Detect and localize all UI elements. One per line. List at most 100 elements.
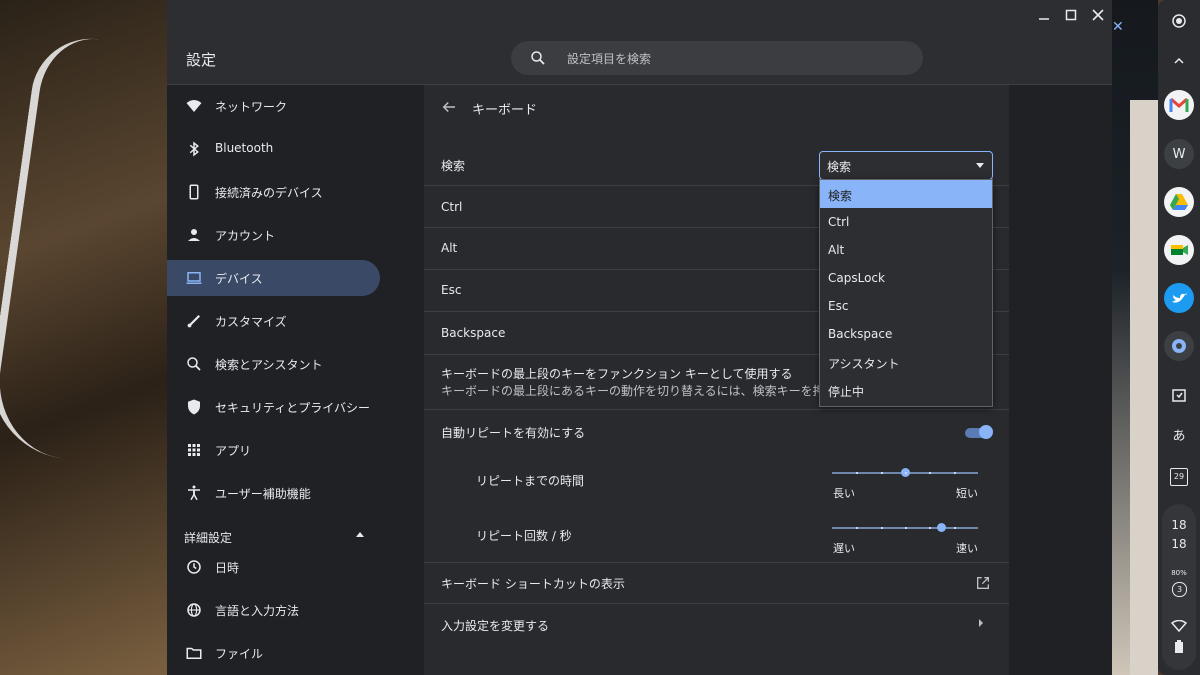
sidebar-item-label: セキュリティとプライバシー — [215, 401, 371, 415]
sidebar-item-label: 接続済みのデバイス — [215, 186, 323, 200]
clipboard-button[interactable] — [1164, 380, 1194, 410]
w-app-label: W — [1172, 146, 1186, 162]
wifi-icon — [1171, 620, 1187, 632]
sidebar-item-network[interactable]: ネットワーク — [167, 88, 380, 124]
maximize-icon — [1065, 9, 1077, 21]
clock-icon — [187, 560, 201, 574]
w-app[interactable]: W — [1164, 139, 1194, 169]
minimize-button[interactable] — [1033, 6, 1055, 24]
chevron-down-icon — [976, 163, 984, 168]
slider-tick — [881, 472, 883, 474]
google-meet-app[interactable] — [1164, 235, 1194, 265]
auto-repeat-section: 自動リピートを有効にする リピートまでの時間 リピート回数 / 秒 — [424, 409, 1009, 563]
sidebar-item-accounts[interactable]: アカウント — [167, 217, 380, 253]
wifi-icon — [186, 100, 202, 112]
sidebar-item-bluetooth[interactable]: Bluetooth — [167, 131, 380, 167]
slider-tick — [905, 527, 907, 529]
drive-icon — [1170, 194, 1188, 210]
sidebar-item-personalization[interactable]: カスタマイズ — [167, 303, 380, 339]
dropdown-option[interactable]: 検索 — [820, 180, 992, 208]
function-keys-description: キーボードの最上段にあるキーの動作を切り替えるには、検索キーを押した — [441, 384, 849, 398]
twitter-app[interactable] — [1164, 283, 1194, 313]
sidebar-item-label: ユーザー補助機能 — [215, 487, 311, 501]
settings-app[interactable] — [1164, 331, 1194, 361]
advanced-section-toggle[interactable]: 詳細設定 — [184, 527, 374, 547]
dropdown-option[interactable]: 停止中 — [820, 376, 992, 404]
option-label: Esc — [828, 299, 849, 313]
sidebar-item-label: ネットワーク — [215, 100, 288, 114]
sidebar-item-label: カスタマイズ — [215, 315, 287, 329]
dropdown-option[interactable]: Backspace — [820, 320, 992, 348]
dropdown-option[interactable]: Esc — [820, 292, 992, 320]
dropdown-option[interactable]: Ctrl — [820, 208, 992, 236]
notification-count: 3 — [1172, 582, 1187, 597]
dropdown-option[interactable]: Alt — [820, 236, 992, 264]
calendar-icon: 29 — [1170, 468, 1188, 486]
option-label: 検索 — [828, 189, 853, 203]
slider-tick — [856, 472, 858, 474]
search-icon — [531, 51, 545, 65]
sidebar-item-label: アカウント — [215, 229, 276, 243]
option-label: 停止中 — [828, 385, 865, 399]
search-key-select[interactable]: 検索 — [819, 151, 993, 180]
dropdown-option[interactable]: アシスタント — [820, 348, 992, 376]
row-label: Alt — [441, 241, 458, 255]
input-settings-row[interactable]: 入力設定を変更する — [424, 603, 1009, 645]
shield-icon — [188, 399, 200, 415]
status-area[interactable]: 18 18 80% 3 — [1162, 504, 1196, 670]
option-label: CapsLock — [828, 271, 885, 285]
sidebar-item-connected-devices[interactable]: 接続済みのデバイス — [167, 174, 380, 210]
search-icon — [187, 357, 201, 371]
minimize-icon — [1039, 18, 1049, 20]
laptop-icon — [186, 272, 202, 284]
background-window-close-icon[interactable]: ✕ — [1112, 20, 1126, 34]
select-value: 検索 — [827, 160, 852, 174]
ime-button[interactable]: あ — [1164, 419, 1194, 449]
slider-tick — [881, 527, 883, 529]
dropdown-option[interactable]: CapsLock — [820, 264, 992, 292]
search-input[interactable] — [565, 48, 899, 70]
sidebar-item-security-privacy[interactable]: セキュリティとプライバシー — [167, 389, 380, 425]
auto-repeat-toggle[interactable] — [965, 425, 993, 439]
keyboard-shortcuts-row[interactable]: キーボード ショートカットの表示 — [424, 562, 1009, 604]
titlebar: 設定 — [167, 0, 1112, 85]
option-label: Alt — [828, 243, 845, 257]
option-label: アシスタント — [828, 357, 900, 371]
sidebar-item-files[interactable]: ファイル — [167, 635, 380, 671]
keyboard-settings-panel: キーボード 検索 Ctrl Alt Esc Backspace キーボードの最上… — [424, 85, 1009, 675]
shelf-collapse-button[interactable] — [1164, 46, 1194, 76]
calendar-button[interactable]: 29 — [1164, 462, 1194, 492]
row-label: Backspace — [441, 326, 506, 340]
sidebar-item-accessibility[interactable]: ユーザー補助機能 — [167, 475, 380, 511]
sidebar-item-device[interactable]: デバイス — [167, 260, 380, 296]
sidebar-item-search-assistant[interactable]: 検索とアシスタント — [167, 346, 380, 382]
sidebar-item-date-time[interactable]: 日時 — [167, 549, 380, 585]
globe-icon — [187, 603, 201, 617]
launcher-button[interactable] — [1164, 6, 1194, 36]
launcher-icon — [1172, 14, 1186, 28]
gear-icon — [1172, 339, 1186, 353]
maximize-button[interactable] — [1060, 6, 1082, 24]
input-settings-label: 入力設定を変更する — [441, 619, 550, 633]
close-button[interactable] — [1087, 6, 1109, 24]
close-icon — [1092, 9, 1104, 21]
option-label: Ctrl — [828, 215, 850, 229]
slider-thumb[interactable] — [937, 523, 946, 532]
settings-search[interactable] — [511, 41, 923, 75]
toggle-knob — [979, 425, 993, 439]
chevron-up-icon — [356, 532, 364, 537]
gmail-app[interactable] — [1164, 90, 1194, 120]
sidebar-item-apps[interactable]: アプリ — [167, 432, 380, 468]
back-arrow-icon[interactable] — [440, 98, 458, 116]
slider-tick — [954, 527, 956, 529]
settings-window: 設定 ネットワーク Bluetooth 接続済みのデバイス ア — [167, 0, 1112, 675]
sidebar-item-languages-input[interactable]: 言語と入力方法 — [167, 592, 380, 628]
sidebar-item-label: 検索とアシスタント — [215, 358, 323, 372]
twitter-icon — [1172, 293, 1187, 303]
repeat-rate-slider[interactable] — [832, 520, 978, 536]
repeat-delay-slider[interactable] — [832, 465, 978, 481]
battery-icon — [1175, 640, 1183, 653]
slider-tick — [929, 472, 931, 474]
chevron-right-icon — [979, 619, 983, 627]
google-drive-app[interactable] — [1164, 187, 1194, 217]
